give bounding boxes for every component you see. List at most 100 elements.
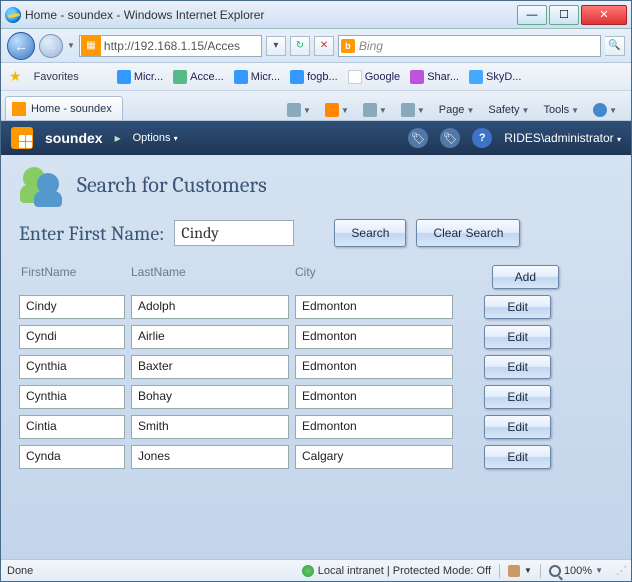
tags-icon[interactable]: 🏷 <box>440 128 460 148</box>
rss-icon <box>325 103 339 117</box>
cell-city: Edmonton <box>295 385 453 409</box>
app-name[interactable]: soundex <box>45 130 103 146</box>
home-icon <box>287 103 301 117</box>
titlebar: Home - soundex - Windows Internet Explor… <box>1 1 631 29</box>
edit-button[interactable]: Edit <box>484 325 551 349</box>
search-go-button[interactable]: 🔍 <box>605 36 625 56</box>
print-button[interactable]: ▼ <box>397 100 429 120</box>
clear-search-button[interactable]: Clear Search <box>416 219 520 247</box>
stop-button[interactable]: ✕ <box>314 36 334 56</box>
search-bar[interactable]: b Bing <box>338 35 601 57</box>
cell-city: Edmonton <box>295 355 453 379</box>
feeds-button[interactable]: ▼ <box>321 100 353 120</box>
results-grid: CindyAdolphEdmontonEditCyndiAirlieEdmont… <box>19 295 613 469</box>
command-bar: ▼ ▼ ▼ ▼ Page▼ Safety▼ Tools▼ ▼ <box>123 100 627 120</box>
breadcrumb-sep: ▸ <box>115 131 121 145</box>
forward-button[interactable]: → <box>39 34 63 58</box>
compat-view-button[interactable]: ▾ <box>266 36 286 56</box>
fav-link[interactable]: fogb... <box>290 70 338 84</box>
customers-icon <box>19 163 67 207</box>
fav-icon <box>117 70 131 84</box>
table-row: CyndaJonesCalgary Edit <box>19 445 613 469</box>
search-row: Enter First Name: Search Clear Search <box>19 219 613 247</box>
cell-lastname: Jones <box>131 445 289 469</box>
fav-link[interactable]: Google <box>348 70 400 84</box>
col-city: City <box>295 265 459 289</box>
window-title: Home - soundex - Windows Internet Explor… <box>25 8 515 22</box>
cell-firstname: Cindy <box>19 295 125 319</box>
address-bar[interactable]: ▦ <box>79 35 262 57</box>
add-button[interactable]: Add <box>492 265 559 289</box>
ie-icon <box>5 7 21 23</box>
zone-icon <box>302 565 314 577</box>
nav-bar: ← → ▼ ▦ ▾ ↻ ✕ b Bing 🔍 <box>1 29 631 63</box>
security-zone[interactable]: Local intranet | Protected Mode: Off <box>302 565 491 577</box>
page-title: Search for Customers <box>77 172 267 198</box>
cell-city: Edmonton <box>295 325 453 349</box>
table-row: CintiaSmithEdmontonEdit <box>19 415 613 439</box>
table-row: CynthiaBaxterEdmontonEdit <box>19 355 613 379</box>
back-button[interactable]: ← <box>7 32 35 60</box>
resize-grip[interactable]: ⋰ <box>611 564 625 577</box>
close-button[interactable]: ✕ <box>581 5 627 25</box>
options-menu[interactable]: Options ▾ <box>133 132 178 144</box>
maximize-button[interactable]: ☐ <box>549 5 579 25</box>
fav-link[interactable]: Micr... <box>117 70 163 84</box>
fav-icon <box>234 70 248 84</box>
tools-menu[interactable]: Tools▼ <box>539 100 583 120</box>
app-help-icon[interactable]: ? <box>472 128 492 148</box>
search-label: Enter First Name: <box>19 222 164 245</box>
fav-link[interactable]: Acce... <box>173 70 224 84</box>
shield-icon <box>508 565 520 577</box>
fav-link[interactable]: Shar... <box>410 70 459 84</box>
tab-label: Home - soundex <box>31 103 112 115</box>
address-input[interactable] <box>102 39 261 53</box>
cell-lastname: Bohay <box>131 385 289 409</box>
search-button[interactable]: Search <box>334 219 406 247</box>
grid-header: FirstName LastName City Add <box>19 265 613 295</box>
col-lastname: LastName <box>131 265 295 289</box>
minimize-button[interactable]: — <box>517 5 547 25</box>
cell-firstname: Cynda <box>19 445 125 469</box>
cell-city: Calgary <box>295 445 453 469</box>
search-engine-label: Bing <box>359 39 383 53</box>
status-text: Done <box>7 565 33 577</box>
page-heading: Search for Customers <box>19 163 613 207</box>
edit-button[interactable]: Edit <box>484 385 551 409</box>
cell-lastname: Smith <box>131 415 289 439</box>
edit-button[interactable]: Edit <box>484 355 551 379</box>
bing-icon: b <box>341 39 355 53</box>
fav-icon <box>173 70 187 84</box>
cell-lastname: Baxter <box>131 355 289 379</box>
refresh-button[interactable]: ↻ <box>290 36 310 56</box>
app-header: soundex ▸ Options ▾ 🏷 🏷 ? RIDES\administ… <box>1 121 631 155</box>
site-icon: ▦ <box>81 36 101 56</box>
read-mail-button[interactable]: ▼ <box>359 100 391 120</box>
app-logo-icon <box>11 127 33 149</box>
fav-icon <box>410 70 424 84</box>
fav-link[interactable]: SkyD... <box>469 70 521 84</box>
page-menu[interactable]: Page▼ <box>435 100 479 120</box>
home-split-button[interactable]: ▼ <box>283 100 315 120</box>
user-menu[interactable]: RIDES\administrator ▾ <box>504 131 621 145</box>
zoom-control[interactable]: 100% ▼ <box>549 565 603 577</box>
tab-bar: Home - soundex ▼ ▼ ▼ ▼ Page▼ Safety▼ Too… <box>1 91 631 121</box>
edit-button[interactable]: Edit <box>484 415 551 439</box>
col-firstname: FirstName <box>19 265 131 289</box>
mail-icon <box>363 103 377 117</box>
help-button[interactable]: ▼ <box>589 100 621 120</box>
cell-city: Edmonton <box>295 415 453 439</box>
tag-icon[interactable]: 🏷 <box>408 128 428 148</box>
first-name-input[interactable] <box>174 220 294 246</box>
table-row: CyndiAirlieEdmontonEdit <box>19 325 613 349</box>
safety-menu[interactable]: Safety▼ <box>484 100 533 120</box>
window-frame: Home - soundex - Windows Internet Explor… <box>0 0 632 582</box>
edit-button[interactable]: Edit <box>484 445 551 469</box>
fav-link[interactable]: Micr... <box>234 70 280 84</box>
browser-tab[interactable]: Home - soundex <box>5 96 123 120</box>
zoom-icon <box>549 565 561 577</box>
edit-button[interactable]: Edit <box>484 295 551 319</box>
protected-mode-icon[interactable]: ▼ <box>508 565 532 577</box>
nav-history-dropdown[interactable]: ▼ <box>67 41 75 50</box>
help-icon <box>593 103 607 117</box>
